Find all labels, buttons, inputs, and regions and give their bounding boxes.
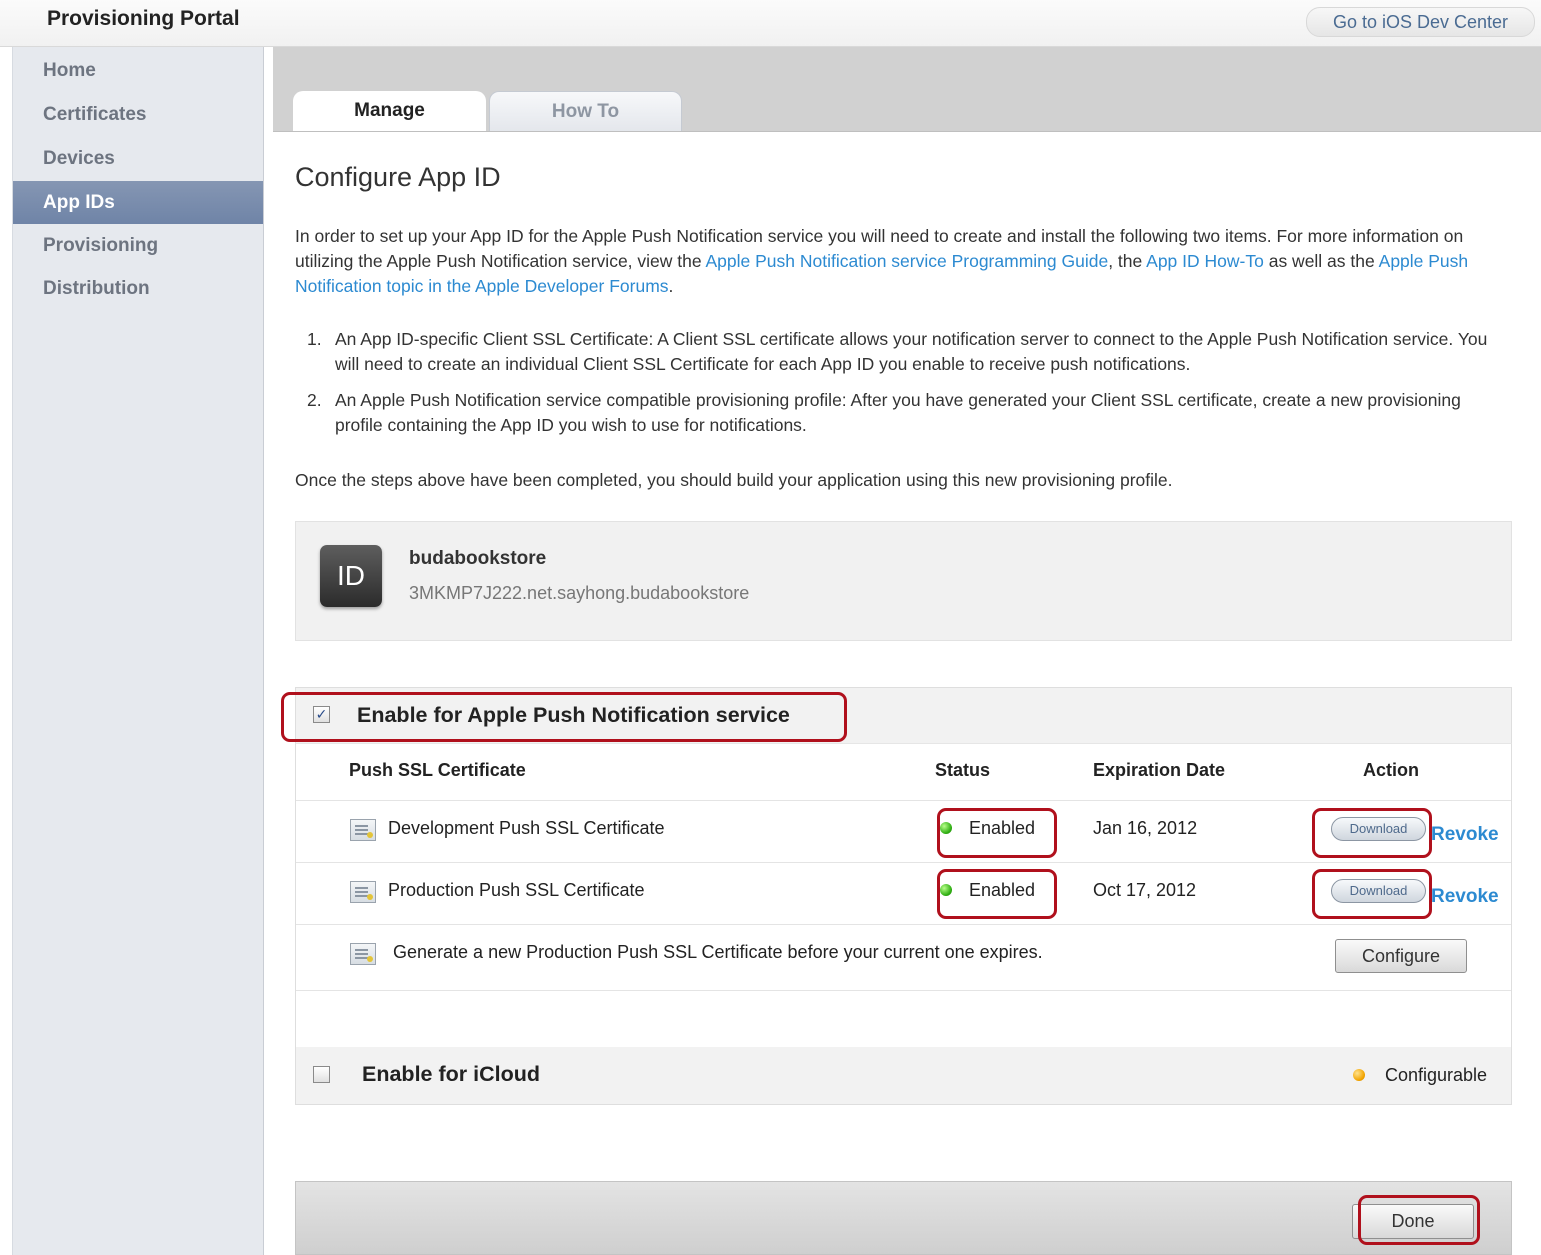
column-header-action: Action — [1363, 760, 1419, 780]
divider — [296, 990, 1511, 991]
download-prod-cert-button[interactable]: Download — [1331, 879, 1426, 903]
tab-how-to[interactable]: How To — [489, 91, 682, 131]
download-dev-cert-button[interactable]: Download — [1331, 817, 1426, 841]
expiration-date: Jan 16, 2012 — [1093, 818, 1198, 838]
tab-manage[interactable]: Manage — [293, 91, 486, 131]
intro-text-2: , the — [1108, 251, 1147, 271]
sidebar-item-app-ids[interactable]: App IDs — [13, 181, 263, 224]
divider — [296, 800, 1511, 801]
icloud-status: Configurable — [1385, 1065, 1488, 1085]
certificate-icon — [350, 943, 376, 965]
closing-paragraph: Once the steps above have been completed… — [295, 470, 1173, 490]
push-enable-checkbox[interactable]: ✓ — [313, 706, 330, 723]
revoke-dev-cert-link[interactable]: Revoke — [1431, 824, 1499, 846]
app-id-how-to-link[interactable]: App ID How-To — [1146, 251, 1264, 271]
sidebar-item-distribution[interactable]: Distribution — [13, 267, 263, 310]
revoke-prod-cert-link[interactable]: Revoke — [1431, 886, 1499, 908]
steps-list: 1. An App ID-specific Client SSL Certifi… — [307, 327, 1507, 449]
portal-title: Provisioning Portal — [47, 7, 240, 30]
sidebar: Home Certificates Devices App IDs Provis… — [12, 47, 264, 1255]
column-header-certificate: Push SSL Certificate — [349, 760, 526, 780]
tab-strip: Manage How To — [273, 47, 1541, 132]
footer-bar — [295, 1181, 1512, 1255]
status-badge: Enabled — [969, 818, 1036, 838]
app-id-summary — [295, 521, 1512, 641]
cert-name-development: Development Push SSL Certificate — [388, 818, 665, 838]
push-enable-label: Enable for Apple Push Notification servi… — [357, 703, 790, 727]
cert-name-production: Production Push SSL Certificate — [388, 880, 645, 900]
status-enabled-icon — [940, 884, 952, 896]
app-bundle-id: 3MKMP7J222.net.sayhong.budabookstore — [409, 583, 750, 603]
page-title: Configure App ID — [295, 162, 501, 192]
sidebar-item-provisioning[interactable]: Provisioning — [13, 224, 263, 267]
status-enabled-icon — [940, 822, 952, 834]
go-to-dev-center-button[interactable]: Go to iOS Dev Center — [1306, 7, 1535, 37]
icloud-enable-checkbox[interactable] — [313, 1066, 330, 1083]
generate-cert-text: Generate a new Production Push SSL Certi… — [393, 942, 1043, 962]
sidebar-item-home[interactable]: Home — [13, 49, 263, 92]
apns-programming-guide-link[interactable]: Apple Push Notification service Programm… — [706, 251, 1109, 271]
app-name: budabookstore — [409, 548, 547, 569]
icloud-enable-label: Enable for iCloud — [362, 1062, 540, 1086]
sidebar-item-devices[interactable]: Devices — [13, 137, 263, 180]
divider — [296, 924, 1511, 925]
done-button[interactable]: Done — [1352, 1204, 1474, 1239]
certificate-icon — [350, 819, 376, 841]
intro-paragraph: In order to set up your App ID for the A… — [295, 224, 1515, 299]
list-item: 2. An Apple Push Notification service co… — [307, 388, 1507, 438]
step-number: 1. — [307, 329, 322, 349]
configure-button[interactable]: Configure — [1335, 939, 1467, 973]
step-text: An Apple Push Notification service compa… — [335, 390, 1461, 435]
step-number: 2. — [307, 390, 322, 410]
expiration-date: Oct 17, 2012 — [1093, 880, 1197, 900]
intro-text-3: as well as the — [1263, 251, 1379, 271]
column-header-status: Status — [935, 760, 991, 780]
status-configurable-icon — [1353, 1069, 1365, 1081]
list-item: 1. An App ID-specific Client SSL Certifi… — [307, 327, 1507, 377]
sidebar-item-certificates[interactable]: Certificates — [13, 93, 263, 136]
intro-text-4: . — [668, 276, 674, 296]
certificate-icon — [350, 881, 376, 903]
column-header-expiration: Expiration Date — [1093, 760, 1226, 780]
app-id-icon: ID — [320, 545, 382, 607]
status-badge: Enabled — [969, 880, 1036, 900]
divider — [296, 862, 1511, 863]
step-text: An App ID-specific Client SSL Certificat… — [335, 329, 1488, 374]
